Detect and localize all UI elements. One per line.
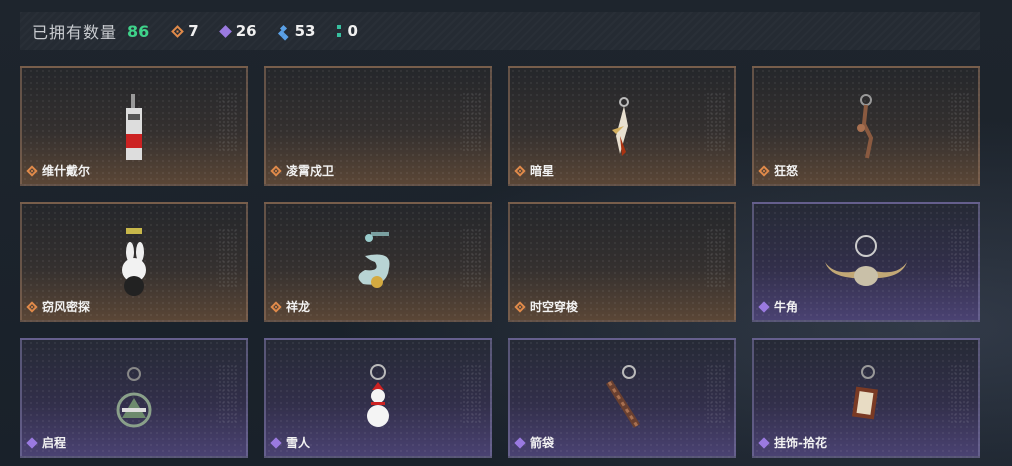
orange-rarity-icon bbox=[758, 164, 770, 177]
stat-blue: 53 bbox=[279, 22, 316, 40]
orange-diamond-icon bbox=[171, 24, 185, 38]
stat-purple: 26 bbox=[218, 22, 257, 40]
dragon-charm-icon bbox=[353, 232, 403, 302]
purple-diamond-icon bbox=[218, 24, 232, 38]
horns-charm-icon bbox=[821, 234, 911, 298]
feather-charm-icon bbox=[602, 96, 642, 162]
card-pattern bbox=[462, 364, 482, 424]
owned-count-total: 86 bbox=[127, 21, 150, 41]
charm-card[interactable]: 箭袋 bbox=[508, 338, 736, 458]
tag-charm-icon bbox=[122, 94, 146, 168]
charm-card[interactable]: 狂怒 bbox=[752, 66, 980, 186]
card-pattern bbox=[218, 228, 238, 288]
charm-card[interactable]: 祥龙 bbox=[264, 202, 492, 322]
card-pattern bbox=[950, 228, 970, 288]
orange-rarity-icon bbox=[26, 164, 38, 177]
orange-rarity-icon bbox=[270, 300, 282, 313]
card-pattern bbox=[462, 228, 482, 288]
charm-name: 窃风密探 bbox=[42, 300, 91, 314]
stat-teal: 0 bbox=[337, 22, 358, 40]
chain-charm-icon bbox=[851, 94, 881, 164]
stat-blue-value: 53 bbox=[294, 22, 316, 40]
charm-name: 挂饰-拾花 bbox=[774, 436, 827, 450]
charm-name: 狂怒 bbox=[774, 164, 799, 178]
owned-count-title: 已拥有数量 bbox=[32, 23, 118, 42]
orange-rarity-icon bbox=[514, 300, 526, 313]
rabbit-charm-icon bbox=[114, 228, 154, 302]
quiver-charm-icon bbox=[597, 364, 647, 434]
card-pattern bbox=[706, 364, 726, 424]
charm-name: 维什戴尔 bbox=[42, 164, 91, 178]
card-pattern bbox=[706, 92, 726, 152]
charm-name: 时空穿梭 bbox=[530, 300, 579, 314]
collection-header: 已拥有数量 86 7 26 53 0 bbox=[20, 12, 980, 50]
card-pattern bbox=[462, 92, 482, 152]
charm-card[interactable]: 启程 bbox=[20, 338, 248, 458]
charm-name: 启程 bbox=[42, 436, 67, 450]
frame-charm-icon bbox=[846, 364, 886, 434]
card-pattern bbox=[950, 92, 970, 152]
orange-rarity-icon bbox=[270, 164, 282, 177]
charm-card[interactable]: 维什戴尔 bbox=[20, 66, 248, 186]
charm-card[interactable]: 时空穿梭 bbox=[508, 202, 736, 322]
orange-rarity-icon bbox=[514, 164, 526, 177]
charm-card[interactable]: 凌霄戍卫 bbox=[264, 66, 492, 186]
card-pattern bbox=[950, 364, 970, 424]
badge-charm-icon bbox=[114, 366, 154, 436]
charm-card[interactable]: 挂饰-拾花 bbox=[752, 338, 980, 458]
charm-card[interactable]: 暗星 bbox=[508, 66, 736, 186]
stat-teal-value: 0 bbox=[347, 22, 358, 40]
charm-name: 牛角 bbox=[774, 300, 799, 314]
purple-rarity-icon bbox=[758, 300, 770, 313]
teal-bar-icon bbox=[337, 25, 342, 37]
snowman-charm-icon bbox=[363, 364, 393, 434]
purple-rarity-icon bbox=[514, 436, 526, 449]
charm-card[interactable]: 牛角 bbox=[752, 202, 980, 322]
blue-diamond-icon bbox=[279, 26, 289, 36]
charm-name: 雪人 bbox=[286, 436, 311, 450]
card-pattern bbox=[218, 364, 238, 424]
purple-rarity-icon bbox=[26, 436, 38, 449]
purple-rarity-icon bbox=[758, 436, 770, 449]
charm-name: 箭袋 bbox=[530, 436, 555, 450]
charm-card[interactable]: 雪人 bbox=[264, 338, 492, 458]
card-pattern bbox=[706, 228, 726, 288]
stat-orange: 7 bbox=[171, 22, 199, 40]
stat-purple-value: 26 bbox=[235, 22, 257, 40]
orange-rarity-icon bbox=[26, 300, 38, 313]
card-pattern bbox=[218, 92, 238, 152]
charm-name: 凌霄戍卫 bbox=[286, 164, 335, 178]
charm-card[interactable]: 窃风密探 bbox=[20, 202, 248, 322]
purple-rarity-icon bbox=[270, 436, 282, 449]
charm-name: 祥龙 bbox=[286, 300, 311, 314]
stat-orange-value: 7 bbox=[188, 22, 199, 40]
charm-name: 暗星 bbox=[530, 164, 555, 178]
